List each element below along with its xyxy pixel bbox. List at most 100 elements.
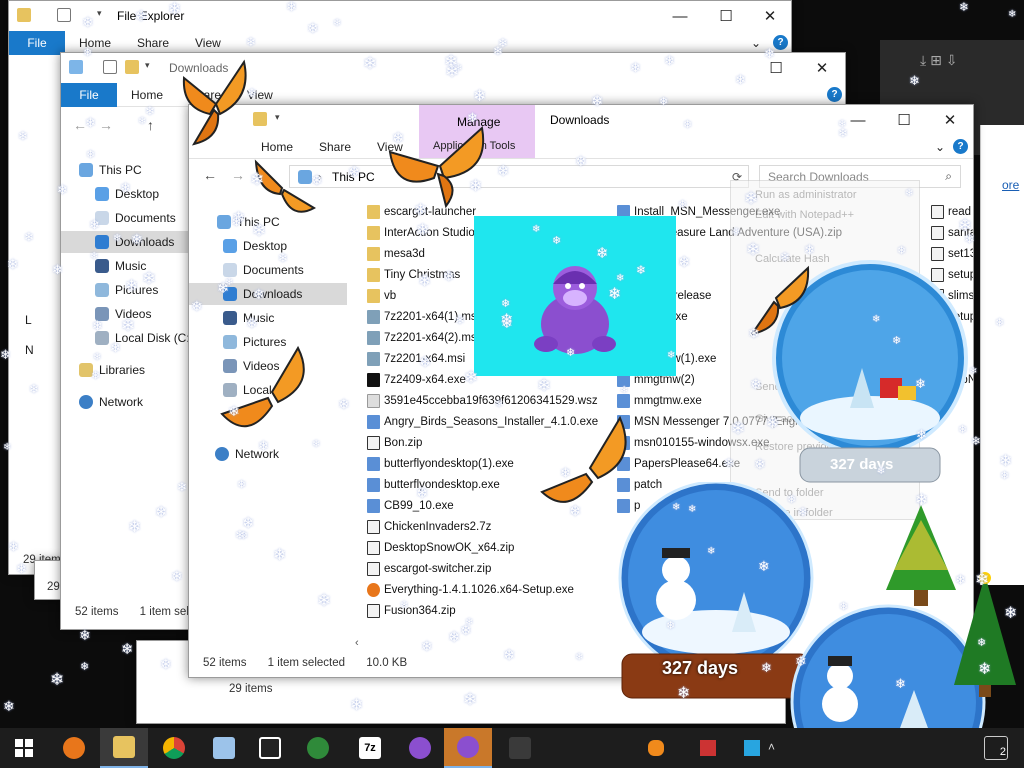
help-icon[interactable]: ? xyxy=(773,35,788,50)
file-item[interactable]: escargot-switcher.zip xyxy=(367,558,491,579)
snow-globe-2[interactable]: 327 days xyxy=(612,480,820,704)
nav-item-libraries[interactable]: Libraries xyxy=(79,359,145,381)
dropdown-icon[interactable]: ▾ xyxy=(145,60,159,74)
breadcrumb-this-pc[interactable]: This PC xyxy=(332,170,375,184)
maximize-button[interactable]: ☐ xyxy=(753,53,799,83)
back-arrow-icon[interactable]: ← xyxy=(73,117,87,133)
cyan-character-panel[interactable] xyxy=(474,216,676,376)
butterfly-icon[interactable] xyxy=(218,344,316,444)
butterfly-icon[interactable] xyxy=(740,262,812,336)
file-item[interactable]: mesa3d xyxy=(367,243,425,264)
nav-item-network[interactable]: Network xyxy=(79,391,143,413)
nav-letter-n[interactable]: N xyxy=(25,339,34,361)
minimize-button[interactable]: — xyxy=(657,1,703,31)
ribbon-expand-icon[interactable]: ⌄ xyxy=(935,140,945,154)
taskbar-chrome[interactable] xyxy=(150,728,198,768)
butterfly-icon[interactable] xyxy=(386,122,490,209)
file-item[interactable]: CB99_10.exe xyxy=(367,495,454,516)
file-tab[interactable]: File xyxy=(61,83,117,107)
file-item[interactable]: butterflyondesktop(1).exe xyxy=(367,453,514,474)
minimize-button[interactable]: — xyxy=(835,105,881,135)
butterfly-icon[interactable] xyxy=(180,58,252,150)
taskbar-bonzi[interactable] xyxy=(396,728,444,768)
help-icon[interactable]: ? xyxy=(953,139,968,154)
nav-item-music[interactable]: Music xyxy=(223,307,274,329)
file-item[interactable]: 7z2409-x64.exe xyxy=(367,369,466,390)
ribbon-expand-icon[interactable]: ⌄ xyxy=(751,36,761,50)
title-bar[interactable]: ▾ Manage Downloads — ☐ ✕ xyxy=(189,105,973,159)
right-edge-text[interactable]: ore xyxy=(1002,178,1019,192)
nav-item-local-disk[interactable]: Local Disk (C:) xyxy=(95,327,194,349)
file-item[interactable]: read xyxy=(931,201,971,222)
nav-item-videos[interactable]: Videos xyxy=(95,303,151,325)
taskbar-computer[interactable] xyxy=(200,728,248,768)
dropdown-icon[interactable]: ▾ xyxy=(275,112,289,126)
ctx-edit-notepad[interactable]: Edit with Notepad++ xyxy=(755,209,854,221)
tab-share[interactable]: Share xyxy=(137,36,169,50)
title-bar[interactable]: ▾ Downloads ☐ ✕ xyxy=(61,53,845,83)
nav-letter-l[interactable]: L xyxy=(25,309,32,331)
tab-home[interactable]: Home xyxy=(131,88,163,102)
start-button[interactable] xyxy=(0,728,48,768)
nav-item-network[interactable]: Network xyxy=(215,443,279,465)
file-item[interactable]: Everything-1.4.1.1026.x64-Setup.exe xyxy=(367,579,574,600)
taskbar-file-explorer[interactable] xyxy=(100,728,148,768)
ctx-run-as-admin[interactable]: Run as administrator xyxy=(755,189,857,201)
file-item[interactable]: 7z2201-x64(1).msi xyxy=(367,306,479,327)
nav-item-desktop[interactable]: Desktop xyxy=(223,235,287,257)
file-item[interactable]: santa xyxy=(931,222,973,243)
forward-arrow-icon[interactable]: → xyxy=(99,117,113,133)
file-item[interactable]: mmgtmw.exe xyxy=(617,390,702,411)
address-bar[interactable]: › This PC ⟳ xyxy=(289,165,749,188)
tab-home[interactable]: Home xyxy=(79,36,111,50)
nav-item-documents[interactable]: Documents xyxy=(223,259,304,281)
file-item[interactable]: 3591e45ccebba19f639f61206341529.wsz xyxy=(367,390,598,411)
back-arrow-icon[interactable]: ← xyxy=(203,167,217,183)
close-button[interactable]: ✕ xyxy=(927,105,973,135)
tray-butterfly-icon[interactable] xyxy=(648,740,664,756)
title-bar[interactable]: ▾ File Explorer — ☐ ✕ xyxy=(9,1,791,31)
dropdown-icon[interactable]: ▾ xyxy=(97,8,111,22)
taskbar-game[interactable] xyxy=(294,728,342,768)
file-item[interactable]: 7z2201-x64(2).msi xyxy=(367,327,479,348)
help-icon[interactable]: ? xyxy=(827,87,842,102)
taskbar-7zip[interactable]: 7z xyxy=(346,728,394,768)
file-item[interactable]: Fusion364.zip xyxy=(367,600,456,621)
tray-app-icon[interactable] xyxy=(700,740,716,756)
tray-chevron-icon[interactable]: ˄ xyxy=(768,740,784,756)
file-tab[interactable]: File xyxy=(9,31,65,55)
nav-item-music[interactable]: Music xyxy=(95,255,146,277)
tab-share[interactable]: Share xyxy=(319,140,351,154)
up-arrow-icon[interactable]: ↑ xyxy=(147,117,154,133)
file-item[interactable]: InterAction Studio xyxy=(367,222,475,243)
properties-icon[interactable] xyxy=(103,60,117,74)
file-item[interactable]: vb xyxy=(367,285,396,306)
nav-item-downloads[interactable]: Downloads xyxy=(61,231,189,253)
file-item[interactable]: butterflyondesktop.exe xyxy=(367,474,500,495)
file-item[interactable]: ChickenInvaders2.7z xyxy=(367,516,491,537)
file-item[interactable]: DesktopSnowOK_x64.zip xyxy=(367,537,514,558)
nav-item-desktop[interactable]: Desktop xyxy=(95,183,159,205)
close-button[interactable]: ✕ xyxy=(799,53,845,83)
scroll-left-icon[interactable]: ‹ xyxy=(355,637,359,649)
taskbar-bonzi-active[interactable] xyxy=(444,728,492,768)
maximize-button[interactable]: ☐ xyxy=(881,105,927,135)
nav-item-this-pc[interactable]: This PC xyxy=(79,159,142,181)
butterfly-icon[interactable] xyxy=(252,158,318,220)
close-button[interactable]: ✕ xyxy=(747,1,791,31)
file-item[interactable]: Tiny Christmas xyxy=(367,264,460,285)
taskbar-firefox[interactable] xyxy=(50,728,98,768)
nav-item-documents[interactable]: Documents xyxy=(95,207,176,229)
file-item[interactable]: 7z2201-x64.msi xyxy=(367,348,465,369)
nav-item-pictures[interactable]: Pictures xyxy=(95,279,158,301)
maximize-button[interactable]: ☐ xyxy=(703,1,749,31)
search-icon[interactable]: ⌕ xyxy=(945,169,952,184)
nav-item-downloads[interactable]: Downloads xyxy=(189,283,347,305)
taskbar-security[interactable] xyxy=(246,728,294,768)
butterfly-icon[interactable] xyxy=(538,415,636,516)
taskbar-blank[interactable] xyxy=(496,728,544,768)
forward-arrow-icon[interactable]: → xyxy=(231,167,245,183)
file-item[interactable]: Bon.zip xyxy=(367,432,422,453)
notification-center-button[interactable]: 2 xyxy=(984,736,1008,760)
tray-monitor-icon[interactable] xyxy=(744,740,760,756)
